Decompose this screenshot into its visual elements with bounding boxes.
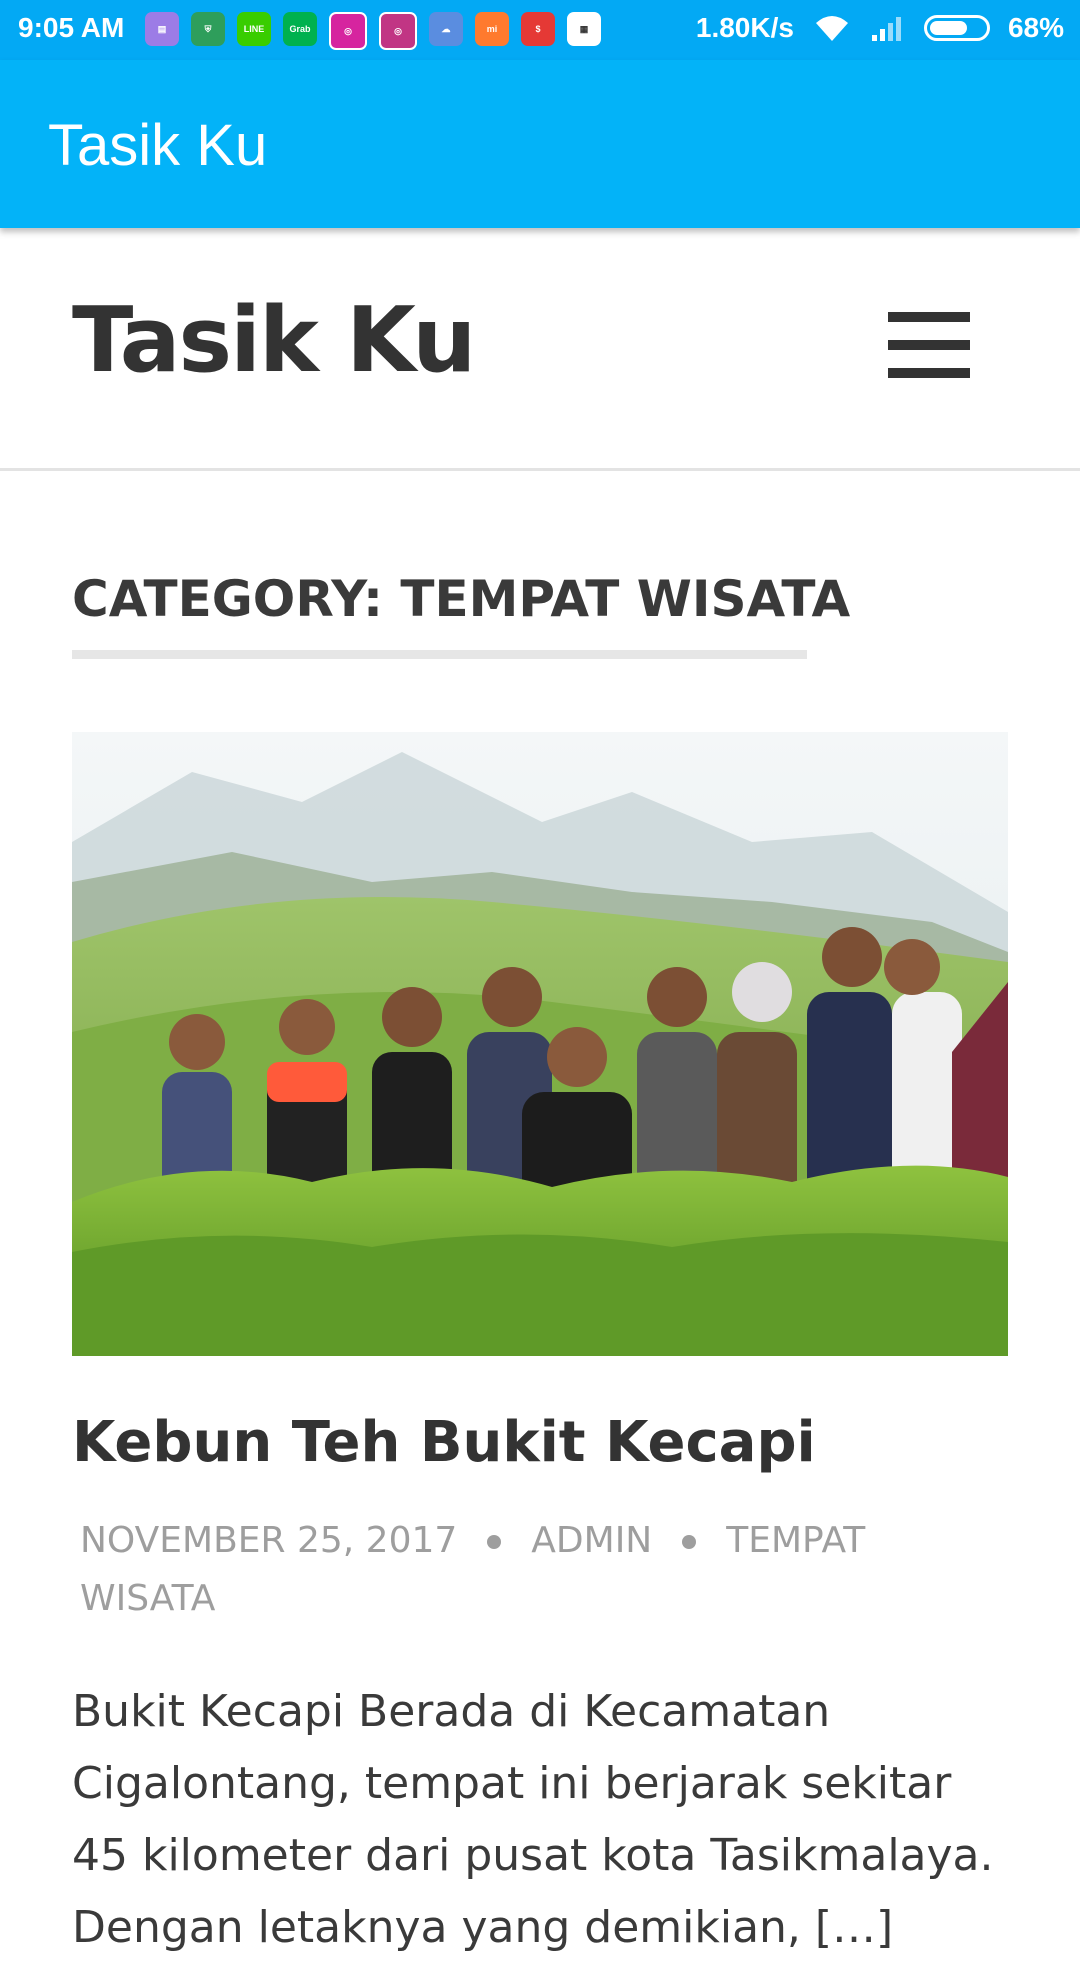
status-bar: 9:05 AM ▤ ⛨ LINE Grab ◎ ◎ ☁ mi $ ▦ 1.80K… (0, 0, 1080, 60)
network-speed: 1.80K/s (695, 12, 794, 43)
shield-icon: ⛨ (191, 12, 225, 46)
featured-image[interactable] (72, 732, 1008, 1356)
cloud-icon: ☁ (429, 12, 463, 46)
line-app-icon: LINE (237, 12, 271, 46)
meta-separator (682, 1535, 697, 1549)
money-locker-icon: $ (521, 12, 555, 46)
battery-icon (923, 15, 990, 41)
post-title[interactable]: Kebun Teh Bukit Kecapi (72, 1410, 816, 1475)
app-bar: Tasik Ku (0, 60, 1080, 228)
mi-app-icon: mi (475, 12, 509, 46)
status-right: 1.80K/s 68% (696, 12, 1064, 44)
grab-driver-icon: Grab (283, 12, 317, 46)
instagram-icon: ◎ (329, 12, 367, 50)
battery-percent: 68% (1007, 12, 1064, 43)
meta-separator (487, 1535, 502, 1549)
category-underline (72, 650, 807, 659)
post-excerpt: Bukit Kecapi Berada di Kecamatan Cigalon… (72, 1686, 994, 1953)
bbm-icon: ▦ (567, 12, 601, 46)
site-header: Tasik Ku (0, 228, 1080, 471)
wifi-icon (815, 16, 848, 41)
signal-icon (871, 17, 901, 41)
notes-icon: ▤ (145, 12, 179, 46)
category-heading: CATEGORY: TEMPAT WISATA (72, 570, 851, 628)
instagram-icon: ◎ (379, 12, 417, 50)
battery-level (929, 21, 967, 35)
notification-icons: ▤ ⛨ LINE Grab ◎ ◎ ☁ mi $ ▦ (145, 12, 601, 50)
featured-photo (72, 732, 1008, 1356)
hamburger-menu-icon[interactable] (888, 312, 972, 378)
post-author[interactable]: ADMIN (531, 1520, 652, 1561)
post-date[interactable]: NOVEMBER 25, 2017 (80, 1520, 457, 1561)
site-title[interactable]: Tasik Ku (72, 288, 476, 393)
app-bar-title: Tasik Ku (48, 113, 268, 178)
post-meta: NOVEMBER 25, 2017 ADMIN TEMPAT WISATA (80, 1512, 980, 1628)
status-time: 9:05 AM (18, 12, 125, 43)
